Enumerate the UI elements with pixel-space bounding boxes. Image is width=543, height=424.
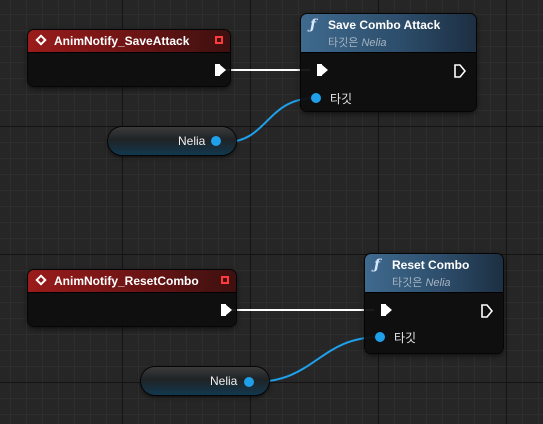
function-node-save-combo-attack[interactable]: ƒ Save Combo Attack 타깃은 Nelia 타깃: [301, 14, 476, 111]
exec-arrow-icon: [381, 304, 392, 316]
variable-label: Nelia: [178, 134, 206, 148]
function-node-title: Save Combo Attack: [328, 18, 441, 32]
exec-arrow-icon: [317, 64, 328, 76]
function-node-target-info: 타깃은 Nelia: [328, 34, 387, 50]
event-node-reset-combo[interactable]: AnimNotify_ResetCombo: [28, 270, 236, 326]
function-f-icon: ƒ: [374, 257, 381, 273]
diamond-event-icon: [35, 274, 47, 286]
variable-label: Nelia: [210, 374, 238, 388]
diamond-event-icon: [35, 34, 47, 46]
exec-output-pin[interactable]: [454, 64, 467, 83]
event-node-header: AnimNotify_SaveAttack: [28, 30, 230, 53]
exec-arrow-icon: [215, 64, 226, 76]
target-name: Nelia: [425, 277, 451, 289]
exec-output-pin[interactable]: [208, 64, 226, 76]
exec-output-pin[interactable]: [214, 304, 232, 316]
function-node-target-info: 타깃은 Nelia: [392, 274, 451, 290]
function-node-header: ƒ Save Combo Attack 타깃은 Nelia: [301, 14, 476, 53]
function-node-header: ƒ Reset Combo 타깃은 Nelia: [365, 254, 503, 293]
event-node-title: AnimNotify_ResetCombo: [54, 274, 199, 288]
object-wire-reset[interactable]: [253, 336, 381, 383]
exec-arrow-outline-icon: [454, 64, 467, 78]
exec-arrow-icon: [221, 304, 232, 316]
target-pin-label: 타깃: [394, 331, 417, 345]
function-node-reset-combo[interactable]: ƒ Reset Combo 타깃은 Nelia 타깃: [365, 254, 503, 353]
function-node-title: Reset Combo: [392, 258, 470, 272]
variable-node-nelia[interactable]: Nelia: [108, 127, 236, 155]
target-pin-label: 타깃: [330, 92, 353, 106]
target-name: Nelia: [361, 37, 387, 49]
event-node-title: AnimNotify_SaveAttack: [54, 34, 190, 48]
event-node-save-attack[interactable]: AnimNotify_SaveAttack: [28, 30, 230, 86]
target-prefix: 타깃은: [328, 37, 359, 49]
delegate-square-icon[interactable]: [215, 36, 223, 44]
event-node-header: AnimNotify_ResetCombo: [28, 270, 236, 293]
exec-input-pin[interactable]: [310, 64, 328, 76]
object-pin-icon[interactable]: [211, 136, 221, 146]
exec-output-pin[interactable]: [481, 304, 494, 323]
variable-node-nelia[interactable]: Nelia: [141, 367, 269, 395]
object-pin-icon[interactable]: [375, 332, 385, 342]
delegate-square-icon[interactable]: [221, 276, 229, 284]
exec-input-pin[interactable]: [374, 304, 392, 316]
target-prefix: 타깃은: [392, 277, 423, 289]
exec-arrow-outline-icon: [481, 304, 494, 318]
object-pin-icon[interactable]: [244, 377, 254, 387]
object-pin-icon[interactable]: [311, 93, 321, 103]
function-f-icon: ƒ: [310, 17, 317, 33]
